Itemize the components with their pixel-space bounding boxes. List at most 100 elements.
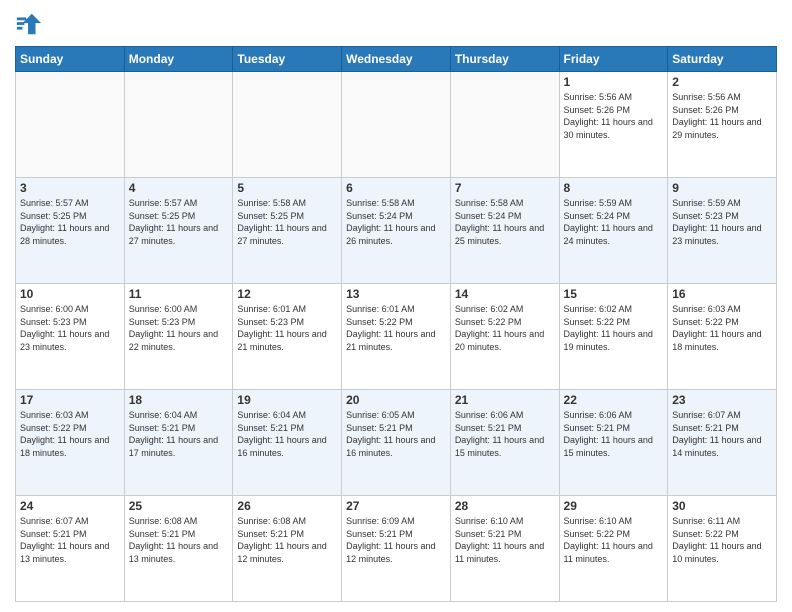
day-info: Sunrise: 5:56 AMSunset: 5:26 PMDaylight:… <box>564 91 664 141</box>
calendar-cell: 29 Sunrise: 6:10 AMSunset: 5:22 PMDayligh… <box>559 496 668 602</box>
day-number: 28 <box>455 499 555 513</box>
calendar-cell: 23 Sunrise: 6:07 AMSunset: 5:21 PMDayligh… <box>668 390 777 496</box>
day-number: 9 <box>672 181 772 195</box>
day-info: Sunrise: 6:05 AMSunset: 5:21 PMDaylight:… <box>346 409 446 459</box>
day-info: Sunrise: 5:58 AMSunset: 5:25 PMDaylight:… <box>237 197 337 247</box>
header <box>15 10 777 38</box>
day-number: 5 <box>237 181 337 195</box>
calendar-cell <box>342 72 451 178</box>
day-number: 1 <box>564 75 664 89</box>
calendar-cell <box>233 72 342 178</box>
calendar-cell: 1 Sunrise: 5:56 AMSunset: 5:26 PMDaylight… <box>559 72 668 178</box>
day-number: 25 <box>129 499 229 513</box>
calendar-table: SundayMondayTuesdayWednesdayThursdayFrid… <box>15 46 777 602</box>
day-info: Sunrise: 6:06 AMSunset: 5:21 PMDaylight:… <box>455 409 555 459</box>
calendar-cell: 24 Sunrise: 6:07 AMSunset: 5:21 PMDayligh… <box>16 496 125 602</box>
day-number: 16 <box>672 287 772 301</box>
day-info: Sunrise: 5:58 AMSunset: 5:24 PMDaylight:… <box>455 197 555 247</box>
day-number: 19 <box>237 393 337 407</box>
day-info: Sunrise: 6:08 AMSunset: 5:21 PMDaylight:… <box>129 515 229 565</box>
day-info: Sunrise: 5:58 AMSunset: 5:24 PMDaylight:… <box>346 197 446 247</box>
day-number: 27 <box>346 499 446 513</box>
day-info: Sunrise: 6:00 AMSunset: 5:23 PMDaylight:… <box>129 303 229 353</box>
day-number: 10 <box>20 287 120 301</box>
day-info: Sunrise: 5:57 AMSunset: 5:25 PMDaylight:… <box>20 197 120 247</box>
day-number: 26 <box>237 499 337 513</box>
calendar-header-row: SundayMondayTuesdayWednesdayThursdayFrid… <box>16 47 777 72</box>
calendar-cell: 22 Sunrise: 6:06 AMSunset: 5:21 PMDayligh… <box>559 390 668 496</box>
day-info: Sunrise: 6:10 AMSunset: 5:21 PMDaylight:… <box>455 515 555 565</box>
calendar-cell: 27Sunrise: 6:09 AMSunset: 5:21 PMDayligh… <box>342 496 451 602</box>
calendar-cell: 2 Sunrise: 5:56 AMSunset: 5:26 PMDaylight… <box>668 72 777 178</box>
calendar-cell: 10Sunrise: 6:00 AMSunset: 5:23 PMDayligh… <box>16 284 125 390</box>
day-number: 14 <box>455 287 555 301</box>
calendar-cell: 7 Sunrise: 5:58 AMSunset: 5:24 PMDaylight… <box>450 178 559 284</box>
day-number: 13 <box>346 287 446 301</box>
calendar-day-header: Saturday <box>668 47 777 72</box>
day-info: Sunrise: 6:01 AMSunset: 5:22 PMDaylight:… <box>346 303 446 353</box>
calendar-cell: 18Sunrise: 6:04 AMSunset: 5:21 PMDayligh… <box>124 390 233 496</box>
calendar-cell: 14Sunrise: 6:02 AMSunset: 5:22 PMDayligh… <box>450 284 559 390</box>
calendar-cell: 21 Sunrise: 6:06 AMSunset: 5:21 PMDayligh… <box>450 390 559 496</box>
day-number: 3 <box>20 181 120 195</box>
day-number: 30 <box>672 499 772 513</box>
calendar-week-row: 10 Sunrise: 6:00 AMSunset: 5:23 PMDayligh… <box>16 284 777 390</box>
day-info: Sunrise: 5:56 AMSunset: 5:26 PMDaylight:… <box>672 91 772 141</box>
calendar-cell: 5 Sunrise: 5:58 AMSunset: 5:25 PMDaylight… <box>233 178 342 284</box>
calendar-cell: 8Sunrise: 5:59 AMSunset: 5:24 PMDaylight… <box>559 178 668 284</box>
calendar-cell: 11 Sunrise: 6:00 AMSunset: 5:23 PMDayligh… <box>124 284 233 390</box>
calendar-day-header: Thursday <box>450 47 559 72</box>
day-info: Sunrise: 6:03 AMSunset: 5:22 PMDaylight:… <box>672 303 772 353</box>
day-info: Sunrise: 6:01 AMSunset: 5:23 PMDaylight:… <box>237 303 337 353</box>
day-info: Sunrise: 6:07 AMSunset: 5:21 PMDaylight:… <box>20 515 120 565</box>
calendar-cell: 6 Sunrise: 5:58 AMSunset: 5:24 PMDaylight… <box>342 178 451 284</box>
calendar-cell: 12 Sunrise: 6:01 AMSunset: 5:23 PMDayligh… <box>233 284 342 390</box>
day-info: Sunrise: 6:06 AMSunset: 5:21 PMDaylight:… <box>564 409 664 459</box>
logo <box>15 10 47 38</box>
calendar-day-header: Sunday <box>16 47 125 72</box>
day-info: Sunrise: 6:04 AMSunset: 5:21 PMDaylight:… <box>237 409 337 459</box>
calendar-cell: 16 Sunrise: 6:03 AMSunset: 5:22 PMDayligh… <box>668 284 777 390</box>
calendar-cell <box>450 72 559 178</box>
day-info: Sunrise: 6:02 AMSunset: 5:22 PMDaylight:… <box>564 303 664 353</box>
calendar-cell: 30 Sunrise: 6:11 AMSunset: 5:22 PMDayligh… <box>668 496 777 602</box>
day-number: 2 <box>672 75 772 89</box>
day-number: 21 <box>455 393 555 407</box>
day-info: Sunrise: 6:10 AMSunset: 5:22 PMDaylight:… <box>564 515 664 565</box>
calendar-cell: 3 Sunrise: 5:57 AMSunset: 5:25 PMDaylight… <box>16 178 125 284</box>
day-number: 6 <box>346 181 446 195</box>
day-number: 23 <box>672 393 772 407</box>
calendar-cell: 26Sunrise: 6:08 AMSunset: 5:21 PMDayligh… <box>233 496 342 602</box>
day-number: 15 <box>564 287 664 301</box>
day-info: Sunrise: 6:07 AMSunset: 5:21 PMDaylight:… <box>672 409 772 459</box>
calendar-week-row: 17Sunrise: 6:03 AMSunset: 5:22 PMDayligh… <box>16 390 777 496</box>
calendar-day-header: Friday <box>559 47 668 72</box>
day-number: 20 <box>346 393 446 407</box>
day-number: 22 <box>564 393 664 407</box>
calendar-cell: 19 Sunrise: 6:04 AMSunset: 5:21 PMDayligh… <box>233 390 342 496</box>
day-number: 24 <box>20 499 120 513</box>
calendar-cell <box>16 72 125 178</box>
logo-icon <box>15 10 43 38</box>
calendar-cell: 25 Sunrise: 6:08 AMSunset: 5:21 PMDayligh… <box>124 496 233 602</box>
calendar-day-header: Tuesday <box>233 47 342 72</box>
day-number: 12 <box>237 287 337 301</box>
calendar-day-header: Monday <box>124 47 233 72</box>
day-number: 11 <box>129 287 229 301</box>
calendar-cell: 28 Sunrise: 6:10 AMSunset: 5:21 PMDayligh… <box>450 496 559 602</box>
calendar-cell: 9 Sunrise: 5:59 AMSunset: 5:23 PMDaylight… <box>668 178 777 284</box>
calendar-cell: 4Sunrise: 5:57 AMSunset: 5:25 PMDaylight… <box>124 178 233 284</box>
day-info: Sunrise: 6:11 AMSunset: 5:22 PMDaylight:… <box>672 515 772 565</box>
calendar-cell <box>124 72 233 178</box>
day-number: 17 <box>20 393 120 407</box>
calendar-week-row: 3 Sunrise: 5:57 AMSunset: 5:25 PMDaylight… <box>16 178 777 284</box>
calendar-day-header: Wednesday <box>342 47 451 72</box>
day-info: Sunrise: 5:59 AMSunset: 5:23 PMDaylight:… <box>672 197 772 247</box>
day-number: 7 <box>455 181 555 195</box>
day-info: Sunrise: 6:04 AMSunset: 5:21 PMDaylight:… <box>129 409 229 459</box>
calendar-cell: 13 Sunrise: 6:01 AMSunset: 5:22 PMDayligh… <box>342 284 451 390</box>
calendar-week-row: 24 Sunrise: 6:07 AMSunset: 5:21 PMDayligh… <box>16 496 777 602</box>
calendar-cell: 20 Sunrise: 6:05 AMSunset: 5:21 PMDayligh… <box>342 390 451 496</box>
day-number: 29 <box>564 499 664 513</box>
day-info: Sunrise: 5:59 AMSunset: 5:24 PMDaylight:… <box>564 197 664 247</box>
